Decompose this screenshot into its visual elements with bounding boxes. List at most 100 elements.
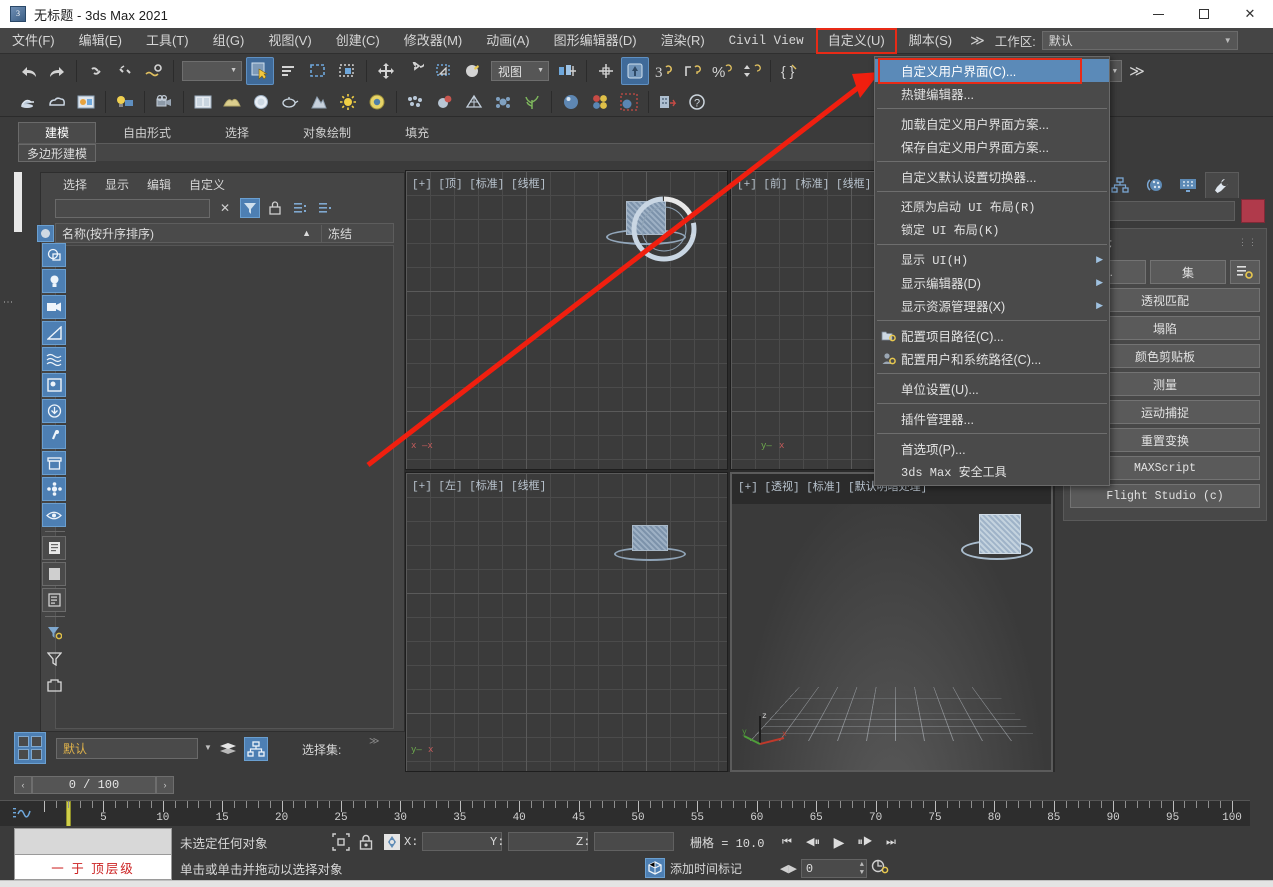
slate-material-editor-button[interactable] <box>402 88 430 116</box>
menu-views[interactable]: 视图(V) <box>256 28 323 54</box>
sets-button[interactable]: 集 <box>1150 260 1226 284</box>
menu-customize-ui[interactable]: 自定义用户界面(C)... <box>875 59 1109 82</box>
menu-lock-ui-layout[interactable]: 锁定 UI 布局(K) <box>875 218 1109 241</box>
frame-counter[interactable]: 0 / 100 <box>32 776 156 794</box>
viewport-top[interactable]: [+] [顶] [标准] [线框] x —x <box>405 170 728 470</box>
previous-frame-button[interactable]: ◀⏸ <box>801 830 825 854</box>
undo-button[interactable] <box>14 57 42 85</box>
explorer-icon-lights[interactable] <box>42 269 66 293</box>
menu-civil-view[interactable]: Civil View <box>717 28 816 54</box>
explorer-column-frozen[interactable]: 冻结 <box>321 225 393 242</box>
viewport-left-label[interactable]: [+] [左] [标准] [线框] <box>412 477 546 493</box>
ribbon-tab-modeling[interactable]: 建模 <box>18 122 96 143</box>
expand-all-icon[interactable] <box>290 198 310 218</box>
key-mode-arrows-icon[interactable]: ◀▶ <box>780 862 797 875</box>
menu-save-ui-scheme[interactable]: 保存自定义用户界面方案... <box>875 135 1109 158</box>
explorer-icon-space-warps[interactable] <box>42 347 66 371</box>
menu-show-ui[interactable]: 显示 UI(H) ▶ <box>875 248 1109 271</box>
spinner-icon[interactable]: ▲▼ <box>860 861 864 877</box>
camera-sequencer-button[interactable] <box>150 88 178 116</box>
menu-show-explorers[interactable]: 显示资源管理器(X) ▶ <box>875 294 1109 317</box>
menu-tools[interactable]: 工具(T) <box>134 28 201 54</box>
ribbon-tab-selection[interactable]: 选择 <box>198 122 276 143</box>
configure-button-sets-button[interactable] <box>1230 260 1260 284</box>
menu-configure-user-paths[interactable]: 配置用户和系统路径(C)... <box>875 347 1109 370</box>
bind-to-space-warp-button[interactable] <box>140 57 168 85</box>
explorer-icon-helpers[interactable] <box>42 321 66 345</box>
menu-edit[interactable]: 编辑(E) <box>67 28 134 54</box>
close-button[interactable]: ✕ <box>1227 0 1273 28</box>
layer-manager-button[interactable] <box>216 737 240 761</box>
explorer-icon-notes[interactable] <box>42 588 66 612</box>
menu-modifiers[interactable]: 修改器(M) <box>392 28 475 54</box>
physical-material-button[interactable] <box>363 88 391 116</box>
object-color-swatch[interactable] <box>1241 199 1265 223</box>
workspace-dropdown[interactable]: 默认 ▼ <box>1042 31 1238 50</box>
layer-bar-overflow-icon[interactable]: ≫ <box>369 736 379 747</box>
select-and-place-button[interactable] <box>459 57 487 85</box>
scene-explorer-button[interactable] <box>244 737 268 761</box>
menu-security-tools[interactable]: 3ds Max 安全工具 <box>875 460 1109 483</box>
explorer-icon-containers[interactable] <box>42 451 66 475</box>
render-frame-window-button[interactable] <box>189 88 217 116</box>
flight-studio-button[interactable]: Flight Studio (c) <box>1070 484 1260 508</box>
tessellate-button[interactable] <box>460 88 488 116</box>
add-time-tag-group[interactable]: 添加时间标记 <box>645 858 742 878</box>
rotate-gizmo-icon[interactable] <box>631 196 697 262</box>
select-object-button[interactable] <box>246 57 274 85</box>
go-to-start-button[interactable]: ⏮ <box>775 830 799 854</box>
next-frame-button[interactable]: ⏸▶ <box>853 830 877 854</box>
coord-z-field[interactable] <box>594 832 674 851</box>
compact-material-editor-button[interactable] <box>431 88 459 116</box>
explorer-icon-toolbox[interactable] <box>42 673 66 697</box>
selection-lock-toggle[interactable] <box>355 831 377 853</box>
bottom-scrollbar[interactable] <box>0 880 1273 887</box>
timeline-ruler[interactable]: 5101520253035404550556065707580859095100 <box>0 800 1250 826</box>
select-and-rotate-button[interactable] <box>401 57 429 85</box>
search-input[interactable] <box>55 199 210 218</box>
explorer-column-name[interactable]: 名称(按升序排序) <box>58 225 292 242</box>
select-and-move-button[interactable] <box>372 57 400 85</box>
explorer-icon-cameras[interactable] <box>42 295 66 319</box>
explorer-icon-filter-settings[interactable] <box>42 621 66 645</box>
render-to-texture-button[interactable] <box>305 88 333 116</box>
command-tab-display[interactable] <box>1171 172 1205 198</box>
environment-button[interactable] <box>218 88 246 116</box>
render-setup-button[interactable] <box>247 88 275 116</box>
snap-3d-button[interactable]: 3 <box>650 57 678 85</box>
rollout-grip-icon[interactable]: ⋮⋮ <box>1238 237 1258 248</box>
menu-revert-ui-layout[interactable]: 还原为启动 UI 布局(R) <box>875 195 1109 218</box>
track-view-icon[interactable] <box>12 805 32 824</box>
edit-named-selection-sets-button[interactable]: { } <box>776 57 804 85</box>
help-button[interactable]: ? <box>683 88 711 116</box>
explorer-menu-customize[interactable]: 自定义 <box>189 176 225 193</box>
explorer-menu-select[interactable]: 选择 <box>63 176 87 193</box>
viewport-front-label[interactable]: [+] [前] [标准] [线框] <box>737 175 871 191</box>
play-animation-button[interactable]: ▶ <box>827 830 851 854</box>
maximize-button[interactable] <box>1181 0 1227 28</box>
align-button[interactable] <box>43 88 71 116</box>
explorer-icon-particles[interactable] <box>42 477 66 501</box>
layer-dropdown[interactable]: 默认 <box>56 738 198 759</box>
light-lister-button[interactable] <box>111 88 139 116</box>
window-crossing-toggle[interactable] <box>333 57 361 85</box>
explorer-icon-bones[interactable] <box>42 425 66 449</box>
select-and-link-button[interactable] <box>82 57 110 85</box>
chevron-down-icon[interactable]: ▼ <box>204 743 212 752</box>
ribbon-tab-object-paint[interactable]: 对象绘制 <box>276 122 378 143</box>
left-scrollbar[interactable] <box>14 172 22 232</box>
menu-configure-project-paths[interactable]: 配置项目路径(C)... <box>875 324 1109 347</box>
viewport-top-label[interactable]: [+] [顶] [标准] [线框] <box>412 175 546 191</box>
explorer-menu-edit[interactable]: 编辑 <box>147 176 171 193</box>
angle-snap-toggle[interactable] <box>621 57 649 85</box>
ribbon-subtab-poly-modeling[interactable]: 多边形建模 <box>18 144 96 162</box>
explorer-object-list[interactable] <box>55 245 394 729</box>
menu-rendering[interactable]: 渲染(R) <box>649 28 717 54</box>
menu-group[interactable]: 组(G) <box>201 28 257 54</box>
command-tab-utilities[interactable] <box>1205 172 1239 198</box>
go-to-end-button[interactable]: ⏭ <box>879 830 903 854</box>
use-pivot-point-center-button[interactable] <box>553 57 581 85</box>
explorer-icon-blank[interactable] <box>42 562 66 586</box>
menu-hotkey-editor[interactable]: 热键编辑器... <box>875 82 1109 105</box>
explorer-icon-funnel[interactable] <box>42 647 66 671</box>
